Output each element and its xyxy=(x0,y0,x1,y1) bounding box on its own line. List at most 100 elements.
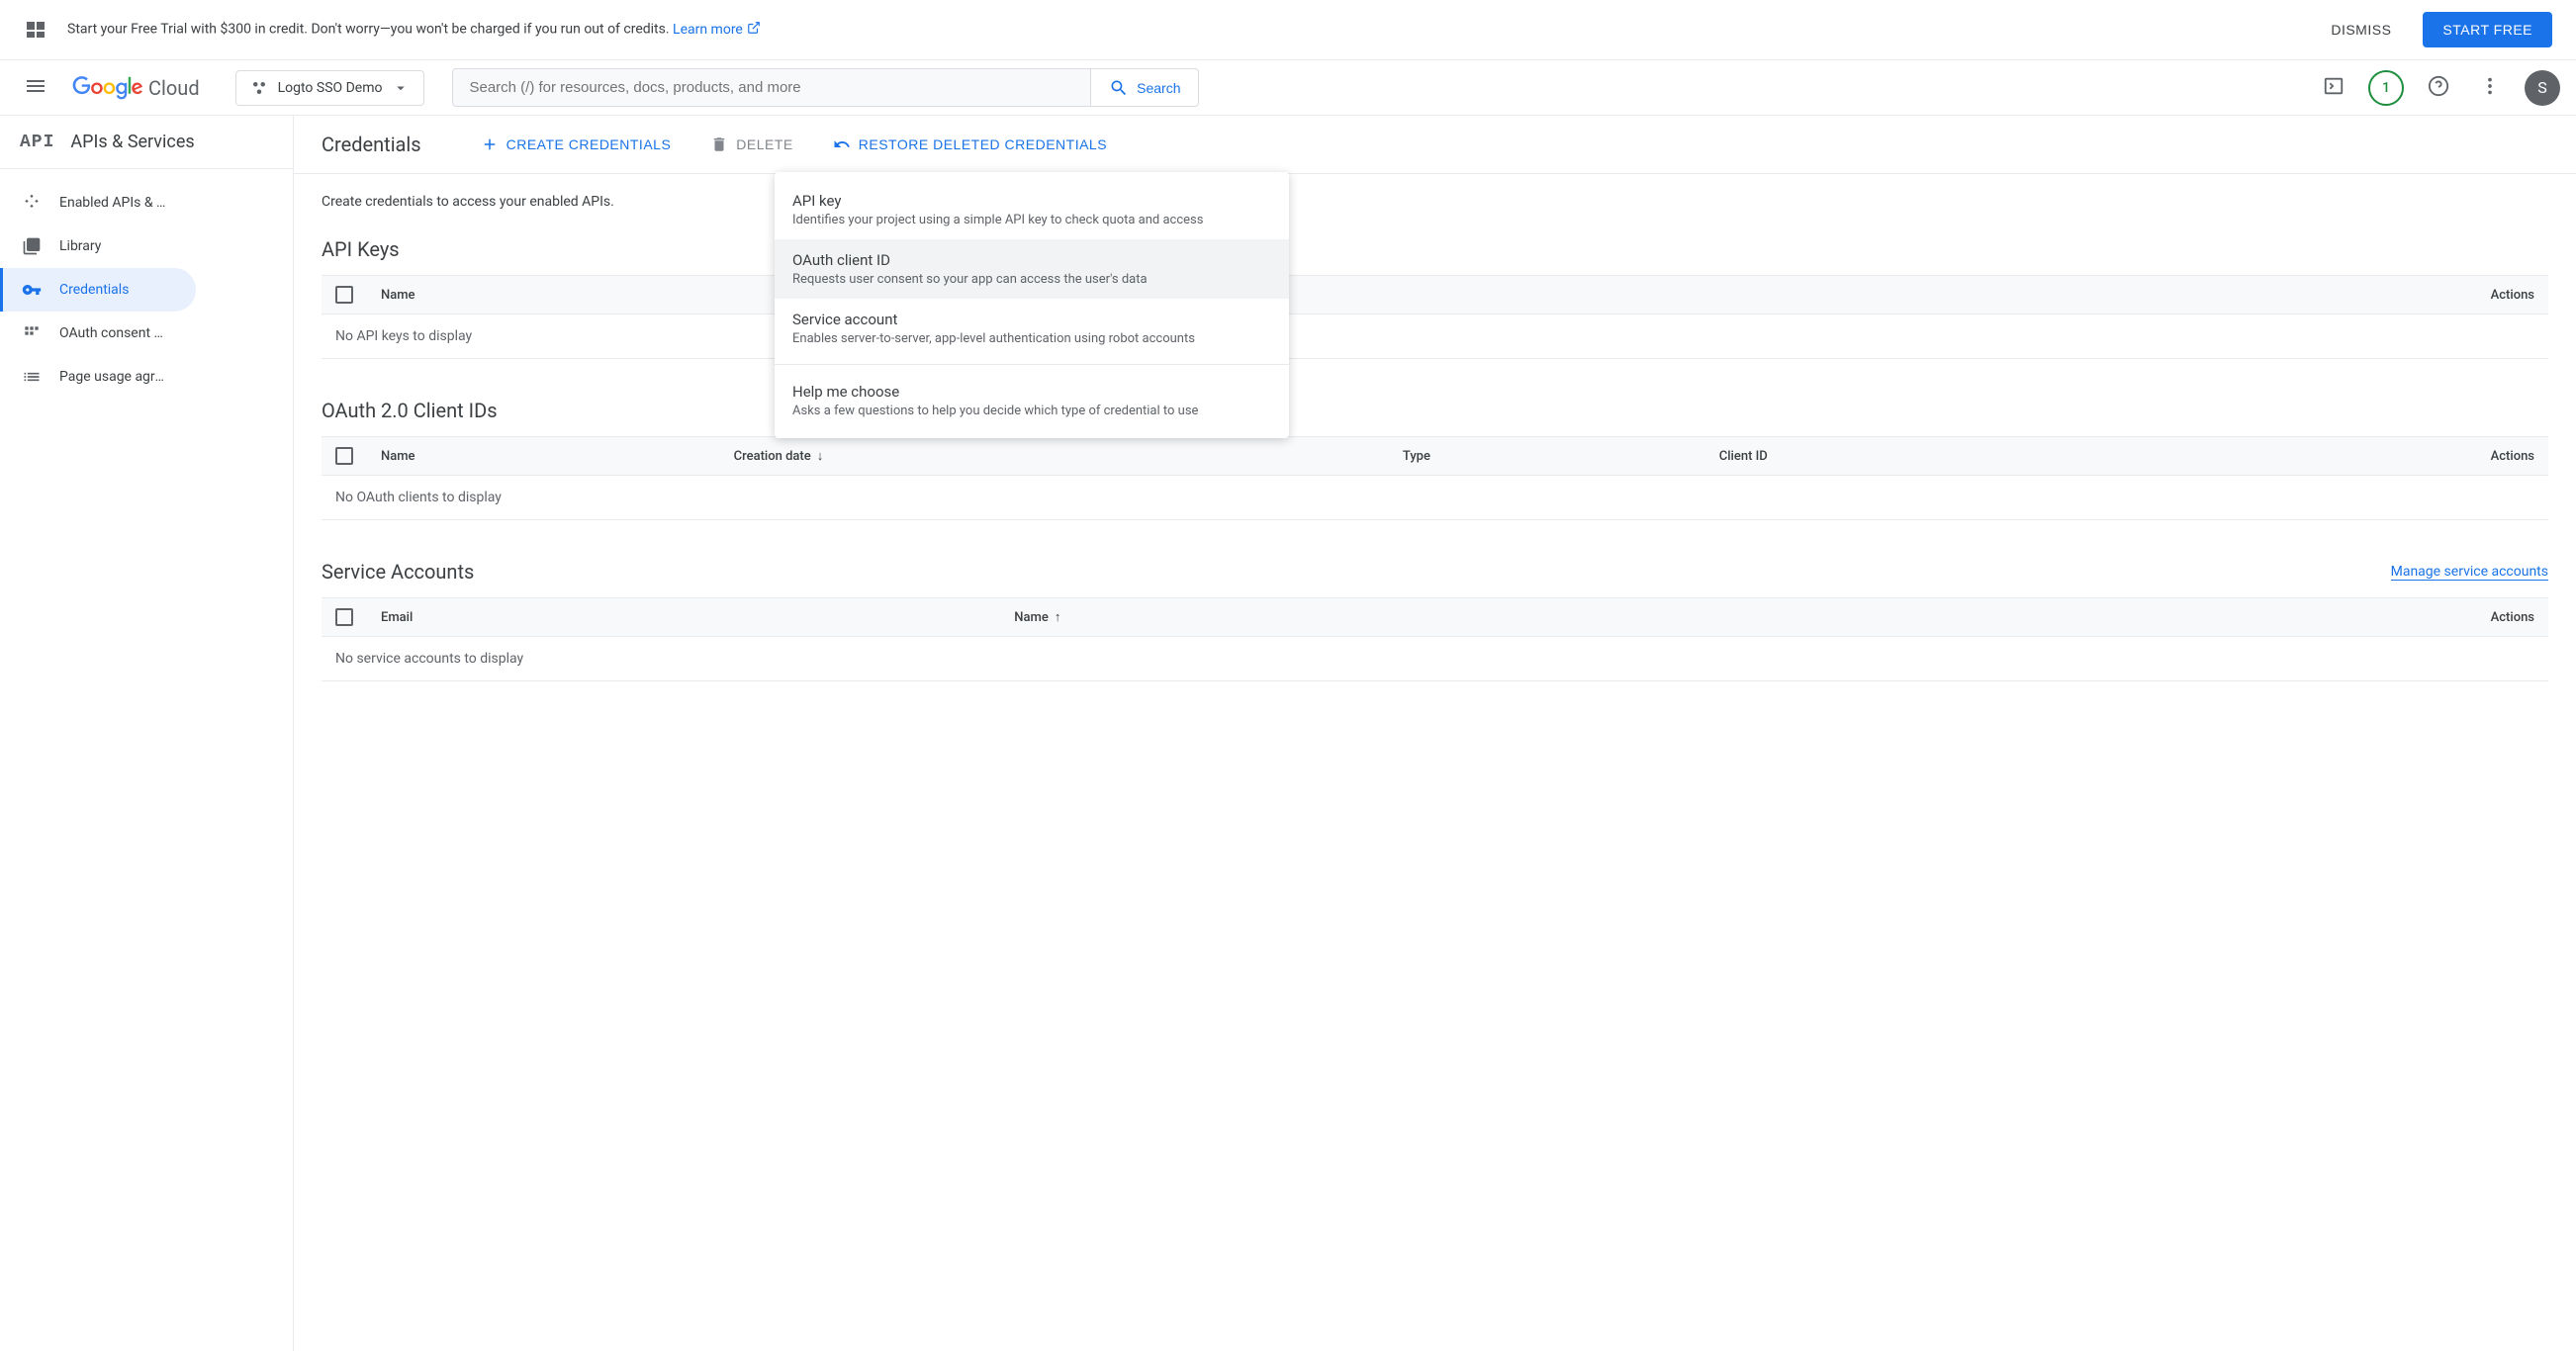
sidebar-item-label: Enabled APIs & services xyxy=(59,195,168,211)
header-actions: 1 S xyxy=(2317,69,2560,106)
gift-icon xyxy=(24,18,47,42)
dropdown-item-title: API key xyxy=(792,192,1271,210)
column-actions: Actions xyxy=(2140,437,2548,476)
sort-up-icon: ↑ xyxy=(1055,609,1061,625)
content-body: Create credentials to access your enable… xyxy=(294,174,2576,741)
undo-icon xyxy=(833,135,851,153)
restore-button[interactable]: RESTORE DELETED CREDENTIALS xyxy=(829,128,1111,161)
api-keys-section: API Keys Name Restrictions Actions No AP… xyxy=(322,237,2548,359)
hamburger-icon xyxy=(24,74,47,98)
empty-state: No API keys to display xyxy=(322,315,2548,359)
dropdown-item-desc: Identifies your project using a simple A… xyxy=(792,213,1271,227)
delete-button[interactable]: DELETE xyxy=(706,128,796,161)
page-title: Credentials xyxy=(322,133,421,156)
oauth-table: Name Creation date↓ Type Client ID Actio… xyxy=(322,436,2548,520)
external-link-icon xyxy=(747,21,761,39)
sidebar-item-label: Library xyxy=(59,238,101,254)
project-icon xyxy=(250,79,268,97)
dashboard-icon xyxy=(22,193,42,213)
menu-button[interactable] xyxy=(16,66,55,109)
help-button[interactable] xyxy=(2422,69,2455,106)
oauth-section: OAuth 2.0 Client IDs Name Creation date↓… xyxy=(322,399,2548,520)
dropdown-item-oauth-client[interactable]: OAuth client ID Requests user consent so… xyxy=(775,239,1289,299)
section-title: OAuth 2.0 Client IDs xyxy=(322,399,498,422)
terminal-icon xyxy=(2323,75,2345,97)
column-actions: Actions xyxy=(2350,276,2548,315)
column-name[interactable]: Name xyxy=(367,276,538,315)
column-type[interactable]: Type xyxy=(1389,437,1705,476)
search-input[interactable] xyxy=(452,68,1091,107)
service-accounts-table: Email Name↑ Actions No service accounts … xyxy=(322,597,2548,681)
sidebar-item-page-usage[interactable]: Page usage agreements xyxy=(0,355,293,399)
sort-down-icon: ↓ xyxy=(817,448,824,464)
plus-icon xyxy=(481,135,499,153)
select-all-checkbox[interactable] xyxy=(335,286,353,304)
avatar[interactable]: S xyxy=(2525,70,2560,106)
promo-text: Start your Free Trial with $300 in credi… xyxy=(67,21,2315,39)
more-vert-icon xyxy=(2479,75,2501,97)
more-button[interactable] xyxy=(2473,69,2507,106)
dropdown-divider xyxy=(775,364,1289,365)
dropdown-item-desc: Enables server-to-server, app-level auth… xyxy=(792,331,1271,346)
help-icon xyxy=(2428,75,2449,97)
empty-state: No OAuth clients to display xyxy=(322,476,2548,520)
create-credentials-button[interactable]: CREATE CREDENTIALS xyxy=(477,128,676,161)
dropdown-item-desc: Asks a few questions to help you decide … xyxy=(792,404,1271,418)
select-all-checkbox[interactable] xyxy=(335,608,353,626)
column-actions: Actions xyxy=(1789,598,2548,637)
api-icon: API xyxy=(20,133,54,152)
key-icon xyxy=(22,280,42,300)
header: Cloud Logto SSO Demo Search 1 S xyxy=(0,60,2576,116)
column-name[interactable]: Name xyxy=(367,437,720,476)
learn-more-link[interactable]: Learn more xyxy=(673,22,761,38)
sidebar-item-oauth-consent[interactable]: OAuth consent screen xyxy=(0,312,293,355)
content: Credentials CREATE CREDENTIALS DELETE RE… xyxy=(294,116,2576,1351)
search-button[interactable]: Search xyxy=(1091,68,1199,107)
column-client-id[interactable]: Client ID xyxy=(1705,437,2140,476)
sidebar: API APIs & Services Enabled APIs & servi… xyxy=(0,116,294,1351)
chevron-down-icon xyxy=(392,79,410,97)
dropdown-item-title: Help me choose xyxy=(792,383,1271,401)
create-credentials-dropdown: API key Identifies your project using a … xyxy=(775,172,1289,438)
manage-service-accounts-link[interactable]: Manage service accounts xyxy=(2391,564,2548,581)
dismiss-button[interactable]: DISMISS xyxy=(2315,14,2407,45)
service-accounts-section: Service Accounts Manage service accounts… xyxy=(322,560,2548,681)
cloud-shell-button[interactable] xyxy=(2317,69,2350,106)
google-cloud-logo[interactable]: Cloud xyxy=(71,76,200,100)
column-creation-date[interactable]: Creation date↓ xyxy=(720,437,1389,476)
dropdown-item-api-key[interactable]: API key Identifies your project using a … xyxy=(775,180,1289,239)
sidebar-item-enabled-apis[interactable]: Enabled APIs & services xyxy=(0,181,293,225)
project-selector[interactable]: Logto SSO Demo xyxy=(235,70,425,106)
sidebar-item-credentials[interactable]: Credentials xyxy=(0,268,196,312)
dropdown-item-title: Service account xyxy=(792,311,1271,328)
google-logo-icon xyxy=(71,76,144,100)
select-all-checkbox[interactable] xyxy=(335,447,353,465)
dropdown-item-title: OAuth client ID xyxy=(792,251,1271,269)
dropdown-item-service-account[interactable]: Service account Enables server-to-server… xyxy=(775,299,1289,358)
section-title: Service Accounts xyxy=(322,560,474,584)
promo-bar: Start your Free Trial with $300 in credi… xyxy=(0,0,2576,60)
main: API APIs & Services Enabled APIs & servi… xyxy=(0,116,2576,1351)
column-email[interactable]: Email xyxy=(367,598,1000,637)
sidebar-item-label: Credentials xyxy=(59,282,129,298)
sidebar-item-label: Page usage agreements xyxy=(59,369,168,385)
agreements-icon xyxy=(22,367,42,387)
intro-text: Create credentials to access your enable… xyxy=(322,194,2548,210)
library-icon xyxy=(22,236,42,256)
column-name[interactable]: Name↑ xyxy=(1000,598,1789,637)
sidebar-title: APIs & Services xyxy=(70,132,194,152)
sidebar-items: Enabled APIs & services Library Credenti… xyxy=(0,169,293,410)
dropdown-item-desc: Requests user consent so your app can ac… xyxy=(792,272,1271,287)
cloud-label: Cloud xyxy=(148,76,200,100)
start-free-button[interactable]: START FREE xyxy=(2423,12,2552,47)
sidebar-item-library[interactable]: Library xyxy=(0,225,293,268)
dropdown-item-help-me-choose[interactable]: Help me choose Asks a few questions to h… xyxy=(775,371,1289,430)
trash-icon xyxy=(710,135,728,153)
notifications-badge[interactable]: 1 xyxy=(2368,70,2404,106)
sidebar-header: API APIs & Services xyxy=(0,116,293,169)
consent-icon xyxy=(22,323,42,343)
project-name: Logto SSO Demo xyxy=(278,80,383,96)
empty-state: No service accounts to display xyxy=(322,637,2548,681)
sidebar-item-label: OAuth consent screen xyxy=(59,325,168,341)
api-keys-table: Name Restrictions Actions No API keys to… xyxy=(322,275,2548,359)
